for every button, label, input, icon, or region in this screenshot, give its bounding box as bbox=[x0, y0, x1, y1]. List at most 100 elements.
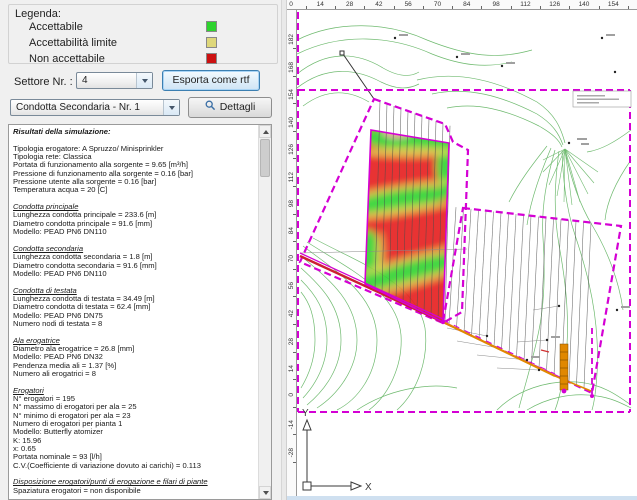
legend-item-label: Accettabilità limite bbox=[29, 37, 117, 49]
ruler-tick bbox=[293, 186, 296, 187]
combo-arrow-box[interactable] bbox=[136, 73, 152, 88]
results-line bbox=[13, 378, 257, 386]
ruler-tick bbox=[599, 6, 600, 9]
details-button[interactable]: Dettagli bbox=[188, 97, 272, 118]
ruler-tick bbox=[293, 48, 296, 49]
ruler-label: 70 bbox=[434, 1, 441, 8]
chevron-down-icon bbox=[142, 79, 148, 83]
ruler-tick bbox=[293, 103, 296, 104]
chevron-down-icon bbox=[169, 106, 175, 110]
window-bottom-edge bbox=[287, 496, 637, 500]
map-panel: 014284256708498112126140154 182168154140… bbox=[287, 0, 637, 500]
legend-item-label: Accettabile bbox=[29, 21, 83, 33]
ruler-label: -28 bbox=[288, 448, 295, 457]
ruler-tick bbox=[293, 131, 296, 132]
ruler-label: 154 bbox=[608, 1, 619, 8]
ruler-tick bbox=[569, 6, 570, 9]
chevron-down-icon bbox=[263, 491, 269, 495]
ruler-label: 168 bbox=[288, 62, 295, 73]
results-line: Modello: Butterfly atomizer bbox=[13, 428, 257, 436]
ruler-tick bbox=[293, 241, 296, 242]
sector-label: Settore Nr. : bbox=[14, 76, 73, 88]
ruler-label: 126 bbox=[549, 1, 560, 8]
results-panel[interactable]: Risultati della simulazione:Tipologia er… bbox=[8, 124, 272, 500]
ruler-label: 154 bbox=[288, 89, 295, 100]
ruler-label: 42 bbox=[288, 310, 295, 317]
riser-pipe bbox=[560, 344, 568, 390]
ruler-label: 56 bbox=[405, 1, 412, 8]
ruler-tick bbox=[293, 379, 296, 380]
ruler-tick bbox=[293, 158, 296, 159]
ruler-label: 84 bbox=[463, 1, 470, 8]
legend-box: Legenda: Accettabile Accettabilità limite… bbox=[8, 4, 278, 64]
legend-color-swatch bbox=[206, 37, 217, 48]
scrollbar-up-button[interactable] bbox=[259, 125, 271, 138]
ruler-label: 98 bbox=[492, 1, 499, 8]
ruler-tick bbox=[364, 6, 365, 9]
ruler-label: 14 bbox=[317, 1, 324, 8]
ruler-label: 14 bbox=[288, 365, 295, 372]
results-line: Numero ali erogatrici = 8 bbox=[13, 370, 257, 378]
ruler-label: 70 bbox=[288, 255, 295, 262]
ruler-label: 126 bbox=[288, 144, 295, 155]
main-pipe-line bbox=[340, 51, 374, 99]
chevron-up-icon bbox=[263, 130, 269, 134]
ruler-tick bbox=[293, 296, 296, 297]
contour-lines bbox=[297, 26, 631, 410]
sector-combobox[interactable]: 4 bbox=[76, 72, 153, 89]
contour-fan bbox=[543, 149, 598, 205]
export-rtf-button[interactable]: Esporta come rtf bbox=[162, 70, 260, 91]
results-line: Modello: PEAD PN6 DN110 bbox=[13, 228, 257, 236]
results-line: Numero nodi di testata = 8 bbox=[13, 320, 257, 328]
y-axis-label: Y bbox=[302, 408, 309, 419]
legend-item-label: Non accettabile bbox=[29, 53, 105, 65]
ruler-label: 140 bbox=[579, 1, 590, 8]
simulation-results-text: Risultati della simulazione:Tipologia er… bbox=[13, 128, 257, 495]
ruler-tick bbox=[293, 407, 296, 408]
ruler-tick bbox=[540, 6, 541, 9]
irrigation-laterals-right bbox=[449, 207, 591, 387]
magnifier-icon bbox=[205, 100, 216, 111]
legend-title: Legenda: bbox=[15, 8, 61, 20]
ruler-tick bbox=[306, 6, 307, 9]
combo-arrow-box[interactable] bbox=[163, 100, 179, 115]
results-side-panel: Legenda: Accettabile Accettabilità limite… bbox=[0, 0, 281, 500]
results-scrollbar[interactable] bbox=[258, 125, 271, 499]
ruler-tick bbox=[293, 462, 296, 463]
ruler-label: 98 bbox=[288, 200, 295, 207]
results-line: Temperatura acqua = 20 [C] bbox=[13, 186, 257, 194]
results-title: Risultati della simulazione: bbox=[13, 128, 257, 136]
ruler-tick bbox=[293, 269, 296, 270]
map-canvas[interactable]: Y X bbox=[297, 10, 637, 500]
details-button-label: Dettagli bbox=[220, 101, 256, 113]
map-ruler-horizontal: 014284256708498112126140154 bbox=[287, 0, 637, 10]
legend-color-swatch bbox=[206, 53, 217, 64]
scrollbar-down-button[interactable] bbox=[259, 486, 271, 499]
ruler-tick bbox=[423, 6, 424, 9]
title-block bbox=[573, 91, 631, 107]
ruler-tick bbox=[293, 324, 296, 325]
ruler-label: 112 bbox=[520, 1, 530, 8]
legend-color-swatch bbox=[206, 21, 217, 32]
ruler-label: 140 bbox=[288, 117, 295, 128]
map-ruler-vertical: 182168154140126112988470564228140-14-28 bbox=[287, 10, 297, 500]
results-line: K: 15.96 bbox=[13, 437, 257, 445]
ruler-label: 42 bbox=[375, 1, 382, 8]
ruler-tick bbox=[452, 6, 453, 9]
ruler-label: 0 bbox=[289, 1, 293, 8]
simulation-window: Legenda: Accettabile Accettabilità limite… bbox=[0, 0, 637, 500]
ruler-tick bbox=[511, 6, 512, 9]
heatmap-overlay bbox=[343, 116, 470, 336]
ruler-label: 56 bbox=[288, 282, 295, 289]
ruler-tick bbox=[293, 76, 296, 77]
ruler-tick bbox=[628, 6, 629, 9]
pipe-combobox[interactable]: Condotta Secondaria - Nr. 1 bbox=[10, 99, 180, 116]
ruler-tick bbox=[394, 6, 395, 9]
cad-drawing: Y X bbox=[297, 10, 637, 500]
results-line: C.V.(Coefficiente di variazione dovuto a… bbox=[13, 462, 257, 470]
ruler-label: 28 bbox=[288, 338, 295, 345]
ruler-tick bbox=[335, 6, 336, 9]
ruler-tick bbox=[481, 6, 482, 9]
ruler-tick bbox=[293, 352, 296, 353]
scrollbar-thumb[interactable] bbox=[260, 139, 270, 177]
